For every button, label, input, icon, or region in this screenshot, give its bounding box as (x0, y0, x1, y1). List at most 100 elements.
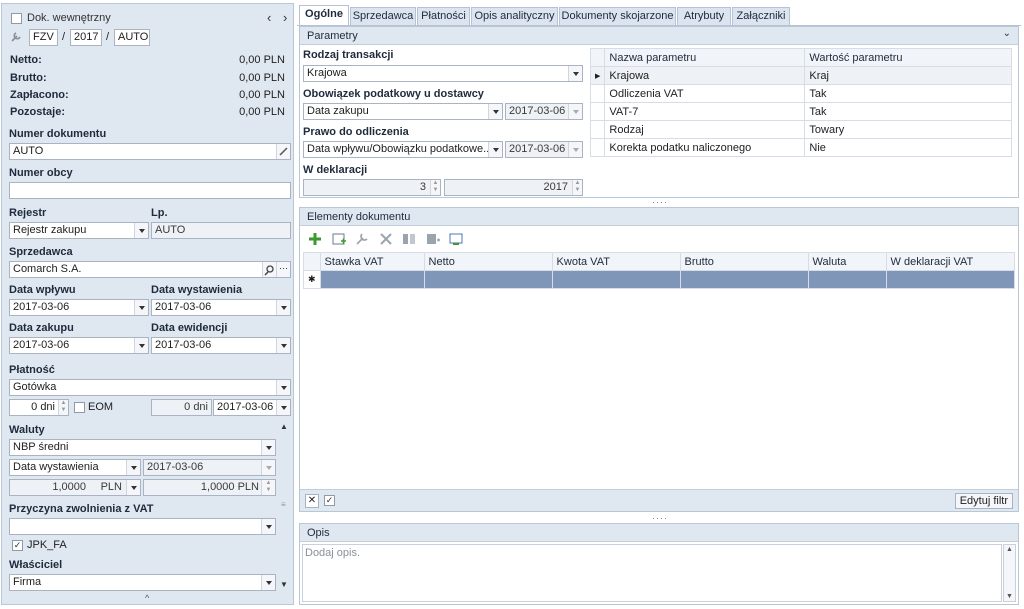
calculate-icon[interactable] (448, 231, 464, 247)
clear-filter-icon[interactable]: ✕ (305, 494, 319, 508)
in-declaration-cell[interactable] (885, 270, 1016, 289)
param-value-cell: Kraj (804, 66, 1012, 85)
description-textarea[interactable]: Dodaj opis. (302, 544, 1002, 602)
deduction-select[interactable]: Data wpływu/Obowiązku podatkowe... (303, 141, 503, 158)
chevron-down-icon[interactable] (261, 575, 275, 590)
date-issued-field[interactable]: 2017-03-06 (151, 299, 291, 316)
tab-attachments[interactable]: Załączniki (732, 7, 790, 25)
tab-attributes[interactable]: Atrybuty (677, 7, 731, 25)
chevron-down-icon[interactable] (134, 300, 148, 315)
currency-cell[interactable] (807, 270, 887, 289)
vat-rate-header[interactable]: Stawka VAT (319, 252, 425, 271)
search-icon[interactable] (262, 262, 276, 277)
owner-select[interactable]: Firma (9, 574, 276, 591)
date-record-field[interactable]: 2017-03-06 (151, 337, 291, 354)
next-arrow-icon[interactable]: › (283, 10, 287, 25)
chevron-down-icon[interactable]: ⌄ (1003, 28, 1011, 39)
netto-header[interactable]: Netto (423, 252, 553, 271)
date-received-value: 2017-03-06 (13, 301, 70, 313)
add-icon[interactable] (307, 231, 323, 247)
tab-related-documents[interactable]: Dokumenty skojarzone (559, 7, 676, 25)
scroll-up-icon[interactable]: ▲ (280, 422, 288, 431)
edit-pencil-icon[interactable] (276, 144, 290, 159)
chevron-down-icon[interactable] (276, 338, 290, 353)
split-icon[interactable] (401, 231, 417, 247)
chevron-down-icon[interactable] (261, 440, 275, 455)
scroll-down-icon[interactable]: ▼ (280, 580, 288, 589)
transaction-type-select[interactable]: Krajowa (303, 65, 583, 82)
wrench-icon[interactable] (10, 31, 22, 43)
vat-exempt-select[interactable] (9, 518, 276, 535)
internal-doc-checkbox[interactable] (11, 13, 22, 24)
table-row[interactable]: ▶ Krajowa Kraj (589, 66, 1012, 85)
doc-year-field[interactable]: 2017 (70, 29, 102, 46)
payment-select[interactable]: Gotówka (9, 379, 291, 396)
currency-label: Waluty (9, 424, 45, 436)
currency-date-type-select[interactable]: Data wystawienia (9, 459, 141, 476)
jpk-checkbox[interactable]: ✓ (12, 540, 23, 551)
register-select[interactable]: Rejestr zakupu (9, 222, 149, 239)
currency-select[interactable]: NBP średni (9, 439, 276, 456)
chevron-down-icon[interactable] (488, 104, 502, 119)
tax-obligation-select[interactable]: Data zakupu (303, 103, 503, 120)
in-declaration-header[interactable]: W deklaracji VAT (885, 252, 1016, 271)
table-row[interactable]: Rodzaj Towary (589, 120, 1012, 139)
doc-number-field[interactable]: AUTO (9, 143, 291, 160)
edit-wrench-icon[interactable] (354, 231, 370, 247)
date-received-field[interactable]: 2017-03-06 (9, 299, 149, 316)
tab-analytic-description[interactable]: Opis analityczny (471, 7, 558, 25)
doc-auto-field[interactable]: AUTO (114, 29, 150, 46)
chevron-down-icon[interactable] (134, 338, 148, 353)
brutto-cell[interactable] (679, 270, 809, 289)
chevron-down-icon[interactable] (568, 66, 582, 81)
chevron-down-icon[interactable] (261, 519, 275, 534)
delete-icon[interactable] (378, 231, 394, 247)
table-row[interactable]: Korekta podatku naliczonego Nie (589, 138, 1012, 157)
stepper-arrows-icon[interactable]: ▲ ▼ (58, 400, 68, 415)
vat-rate-cell[interactable] (319, 270, 425, 289)
description-scrollbar[interactable]: ▲ ▼ (1003, 544, 1016, 602)
payment-days-stepper[interactable]: 0 dni ▲ ▼ (9, 399, 69, 416)
payment-date-field[interactable]: 2017-03-06 (213, 399, 291, 416)
filter-checkbox[interactable]: ✓ (324, 495, 335, 506)
tab-general[interactable]: Ogólne (299, 5, 349, 25)
chevron-down-icon[interactable] (134, 223, 148, 238)
scroll-up-icon[interactable]: ▲ (1006, 546, 1013, 553)
vat-amount-cell[interactable] (551, 270, 681, 289)
merge-icon[interactable] (425, 231, 441, 247)
eom-checkbox[interactable] (74, 402, 85, 413)
deduction-value: Data wpływu/Obowiązku podatkowe... (307, 143, 493, 155)
chevron-down-icon[interactable] (488, 142, 502, 157)
chevron-down-icon[interactable] (126, 460, 140, 475)
date-record-label: Data ewidencji (151, 322, 228, 334)
scroll-down-icon[interactable]: ▼ (1006, 593, 1013, 600)
foreign-number-field[interactable] (9, 182, 291, 199)
left-scrollbar[interactable]: ▲ ≡ ▼ (279, 422, 290, 592)
chevron-down-icon[interactable] (276, 400, 290, 415)
rate-currency: PLN (100, 481, 122, 493)
doc-type-field[interactable]: FZV (29, 29, 58, 46)
elements-group: Elementy dokumentu Stawka VAT Netto Kwot… (299, 207, 1019, 512)
edit-filter-button[interactable]: Edytuj filtr (954, 493, 1013, 509)
chevron-down-icon[interactable] (276, 380, 290, 395)
more-dots-icon[interactable]: ··· (276, 262, 290, 277)
date-purchase-field[interactable]: 2017-03-06 (9, 337, 149, 354)
splitter-handle[interactable]: ···· (652, 513, 668, 523)
table-row[interactable]: Odliczenia VAT Tak (589, 84, 1012, 103)
seller-field[interactable]: Comarch S.A. ··· (9, 261, 291, 278)
tab-payments[interactable]: Płatności (417, 7, 470, 25)
chevron-down-icon[interactable] (276, 300, 290, 315)
tab-seller[interactable]: Sprzedawca (350, 7, 416, 25)
prev-arrow-icon[interactable]: ‹ (267, 10, 271, 25)
netto-cell[interactable] (423, 270, 553, 289)
splitter-handle[interactable]: ···· (652, 197, 668, 207)
add-from-list-icon[interactable] (331, 231, 347, 247)
brutto-header[interactable]: Brutto (679, 252, 809, 271)
scroll-grip-icon[interactable]: ≡ (281, 500, 286, 509)
chevron-down-icon[interactable] (126, 480, 140, 495)
table-row[interactable]: ✱ (303, 270, 1016, 289)
table-row[interactable]: VAT-7 Tak (589, 102, 1012, 121)
vat-amount-header[interactable]: Kwota VAT (551, 252, 681, 271)
collapse-up-icon[interactable]: ^ (145, 593, 149, 603)
currency-header[interactable]: Waluta (807, 252, 887, 271)
